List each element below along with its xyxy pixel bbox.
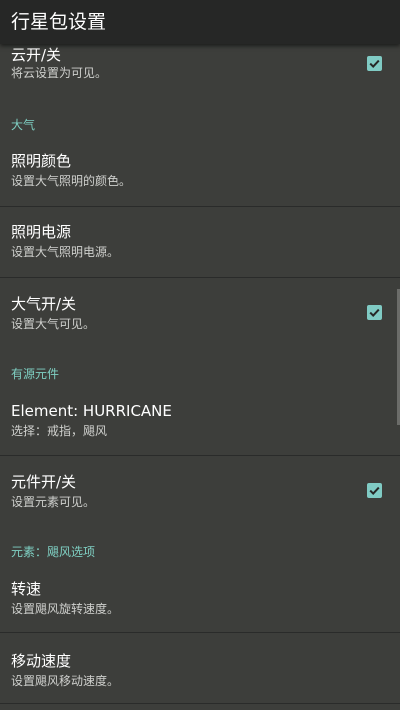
cloud-toggle-row[interactable]: 云开/关 将云设置为可见。 [0,40,400,104]
lighting-color-summary: 设置大气照明的颜色。 [11,174,132,188]
atmosphere-toggle-summary: 设置大气可见。 [11,317,96,331]
settings-list: 云开/关 将云设置为可见。 大气 照明颜色 设置大气照明的颜色。 照明电源 设置… [0,0,400,710]
lighting-source-row[interactable]: 照明电源 设置大气照明电源。 [0,207,400,277]
rotation-speed-summary: 设置飓风旋转速度。 [11,602,120,616]
checkmark-icon [369,308,380,318]
checkmark-icon [369,486,380,496]
app-bar: 行星包设置 [0,0,400,44]
lighting-color-title: 照明颜色 [11,152,72,170]
move-speed-row[interactable]: 移动速度 设置飓风移动速度。 [0,633,400,703]
lighting-color-row[interactable]: 照明颜色 设置大气照明的颜色。 [0,144,400,206]
element-toggle-title: 元件开/关 [11,473,77,491]
page-title: 行星包设置 [11,11,107,33]
lighting-source-title: 照明电源 [11,223,72,241]
move-speed-summary: 设置飓风移动速度。 [11,674,120,688]
element-hurricane-title: Element: HURRICANE [11,402,172,420]
divider [0,703,400,704]
element-toggle-summary: 设置元素可见。 [11,495,96,509]
category-hurricane-options: 元素：飓风选项 [11,545,96,559]
element-toggle-checkbox[interactable] [367,483,382,498]
category-atmosphere: 大气 [11,118,36,132]
cloud-toggle-summary: 将云设置为可见。 [11,66,108,80]
element-hurricane-summary: 选择：戒指，飓风 [11,424,108,438]
element-toggle-row[interactable]: 元件开/关 设置元素可见。 [0,456,400,526]
move-speed-title: 移动速度 [11,652,72,670]
rotation-speed-title: 转速 [11,580,42,598]
lighting-source-summary: 设置大气照明电源。 [11,245,120,259]
atmosphere-toggle-checkbox[interactable] [367,305,382,320]
element-hurricane-row[interactable]: Element: HURRICANE 选择：戒指，飓风 [0,390,400,455]
cloud-toggle-checkbox[interactable] [367,56,382,71]
rotation-speed-row[interactable]: 转速 设置飓风旋转速度。 [0,570,400,632]
checkmark-icon [369,59,380,69]
atmosphere-toggle-row[interactable]: 大气开/关 设置大气可见。 [0,278,400,348]
category-active-elements: 有源元件 [11,367,60,381]
cloud-toggle-title: 云开/关 [11,46,62,64]
atmosphere-toggle-title: 大气开/关 [11,295,77,313]
